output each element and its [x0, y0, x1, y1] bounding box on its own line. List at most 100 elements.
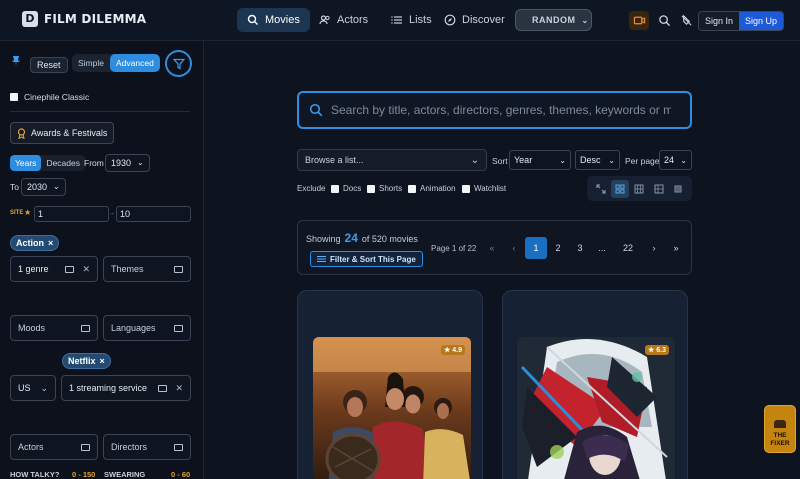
- to-year-select[interactable]: 2030 ⌄: [21, 178, 66, 196]
- mode-advanced[interactable]: Advanced: [109, 54, 160, 72]
- grid-large-icon[interactable]: [611, 179, 630, 198]
- themes-label: Themes: [111, 264, 144, 274]
- years-option[interactable]: Years: [10, 155, 42, 171]
- moods-field[interactable]: Moods: [10, 315, 98, 341]
- showing-suffix: of 520 movies: [361, 234, 418, 244]
- exclude-watchlist[interactable]: Watchlist: [462, 184, 506, 193]
- languages-field[interactable]: Languages: [103, 315, 191, 341]
- dropdown-icon: [81, 324, 90, 332]
- grid-small-icon[interactable]: [669, 180, 687, 198]
- rating-badge: ★ 4.9: [441, 345, 465, 355]
- years-decades-toggle[interactable]: Years Decades: [10, 155, 85, 171]
- exclude-animation-checkbox[interactable]: [408, 184, 416, 193]
- expand-icon[interactable]: [592, 180, 610, 198]
- page-button[interactable]: 22: [613, 237, 643, 259]
- the-fixer-button[interactable]: THE FIXER: [764, 405, 796, 453]
- prev-page-button[interactable]: ‹: [503, 237, 525, 259]
- movie-poster[interactable]: ★ 4.9: [313, 337, 471, 479]
- decades-option[interactable]: Decades: [41, 155, 85, 171]
- search-icon[interactable]: [655, 11, 673, 29]
- streaming-tag[interactable]: Netflix ×: [62, 353, 111, 369]
- movie-card[interactable]: ★ 6.3: [502, 290, 688, 479]
- mode-toggle[interactable]: Simple Advanced: [72, 54, 160, 72]
- compass-icon: [444, 14, 456, 26]
- nav-discover[interactable]: Discover: [434, 8, 515, 32]
- first-page-button[interactable]: «: [481, 237, 503, 259]
- page-button[interactable]: 3: [569, 237, 591, 259]
- video-icon[interactable]: [629, 11, 649, 30]
- exclude-docs[interactable]: Docs: [331, 184, 361, 193]
- next-page-button[interactable]: ›: [643, 237, 665, 259]
- search-input[interactable]: [331, 103, 671, 117]
- awards-festivals-button[interactable]: Awards & Festivals: [10, 122, 115, 144]
- directors-field[interactable]: Directors: [103, 434, 191, 460]
- close-icon[interactable]: ✕: [175, 383, 183, 394]
- page-button[interactable]: 2: [547, 237, 569, 259]
- cinephile-classic-checkbox[interactable]: [10, 93, 18, 101]
- movie-card[interactable]: ★ 4.9: [297, 290, 483, 479]
- close-icon[interactable]: ✕: [82, 264, 90, 275]
- reset-button[interactable]: Reset: [30, 57, 68, 73]
- list-view-icon[interactable]: [650, 180, 668, 198]
- to-year-value: 2030: [27, 182, 48, 192]
- mode-simple[interactable]: Simple: [72, 54, 110, 72]
- site-rating-min[interactable]: 1: [34, 206, 109, 222]
- genre-tag[interactable]: Action ×: [10, 235, 60, 251]
- exclude-shorts-checkbox[interactable]: [367, 184, 375, 193]
- themes-field[interactable]: Themes: [103, 256, 191, 282]
- exclude-animation-label: Animation: [420, 184, 456, 193]
- nav-movies[interactable]: Movies: [237, 8, 310, 32]
- order-select[interactable]: Desc ⌄: [575, 150, 620, 170]
- filter-toggle-button[interactable]: [165, 50, 192, 77]
- showing-prefix: Showing: [306, 234, 341, 244]
- exclude-shorts[interactable]: Shorts: [367, 184, 402, 193]
- country-select[interactable]: US ⌄: [10, 375, 56, 401]
- page-indicator: Page 1 of 22: [431, 244, 477, 253]
- random-button[interactable]: RANDOM ⌄: [515, 9, 592, 31]
- close-icon[interactable]: ×: [48, 236, 53, 250]
- cinephile-classic-option[interactable]: Cinephile Classic: [10, 92, 89, 102]
- exclude-docs-checkbox[interactable]: [331, 184, 339, 193]
- site-rating-max[interactable]: 10: [116, 206, 191, 222]
- top-navigation: D FILM DILEMMA Movies Actors Lists Disco…: [0, 0, 800, 41]
- grid-medium-icon[interactable]: [630, 180, 648, 198]
- page-button[interactable]: 1: [525, 237, 547, 259]
- moods-label: Moods: [18, 323, 46, 333]
- list-icon: [391, 16, 402, 24]
- close-icon[interactable]: ×: [100, 354, 105, 368]
- exclude-watchlist-checkbox[interactable]: [462, 184, 470, 193]
- streaming-tag-label: Netflix: [68, 356, 96, 366]
- theme-toggle-icon[interactable]: [677, 11, 695, 29]
- movie-poster[interactable]: ★ 6.3: [517, 337, 675, 479]
- chevron-down-icon: ⌄: [470, 154, 479, 166]
- genre-tag-label: Action: [16, 238, 44, 248]
- browse-list-label: Browse a list...: [305, 155, 364, 165]
- search-bar[interactable]: [297, 91, 692, 129]
- per-page-select[interactable]: 24 ⌄: [659, 150, 692, 170]
- nav-lists-label: Lists: [409, 14, 432, 26]
- genres-count: 1 genre: [18, 264, 49, 274]
- nav-lists[interactable]: Lists: [381, 8, 442, 32]
- dropdown-icon: [158, 384, 168, 392]
- genres-field[interactable]: 1 genre ✕: [10, 256, 98, 282]
- from-year-select[interactable]: 1930 ⌄: [105, 154, 150, 172]
- nav-actors[interactable]: Actors: [309, 8, 378, 32]
- sliders-icon: [317, 256, 326, 262]
- poster-image: [517, 337, 675, 479]
- exclude-animation[interactable]: Animation: [408, 184, 456, 193]
- sign-in-button[interactable]: Sign In: [699, 12, 740, 30]
- sort-select[interactable]: Year ⌄: [509, 150, 571, 170]
- streaming-count: 1 streaming service: [69, 383, 148, 393]
- sign-up-button[interactable]: Sign Up: [739, 12, 784, 30]
- pin-icon[interactable]: [10, 55, 22, 67]
- swearing-range: 0 - 60: [171, 470, 191, 479]
- last-page-button[interactable]: »: [665, 237, 687, 259]
- from-year-value: 1930: [111, 158, 132, 168]
- streaming-field[interactable]: 1 streaming service ✕: [61, 375, 191, 401]
- actors-field[interactable]: Actors: [10, 434, 98, 460]
- browse-list-select[interactable]: Browse a list... ⌄: [297, 149, 487, 171]
- dropdown-icon: [81, 443, 90, 451]
- sort-label: Sort: [492, 156, 508, 166]
- filter-sort-page-button[interactable]: Filter & Sort This Page: [310, 251, 423, 267]
- logo[interactable]: D FILM DILEMMA: [22, 11, 146, 27]
